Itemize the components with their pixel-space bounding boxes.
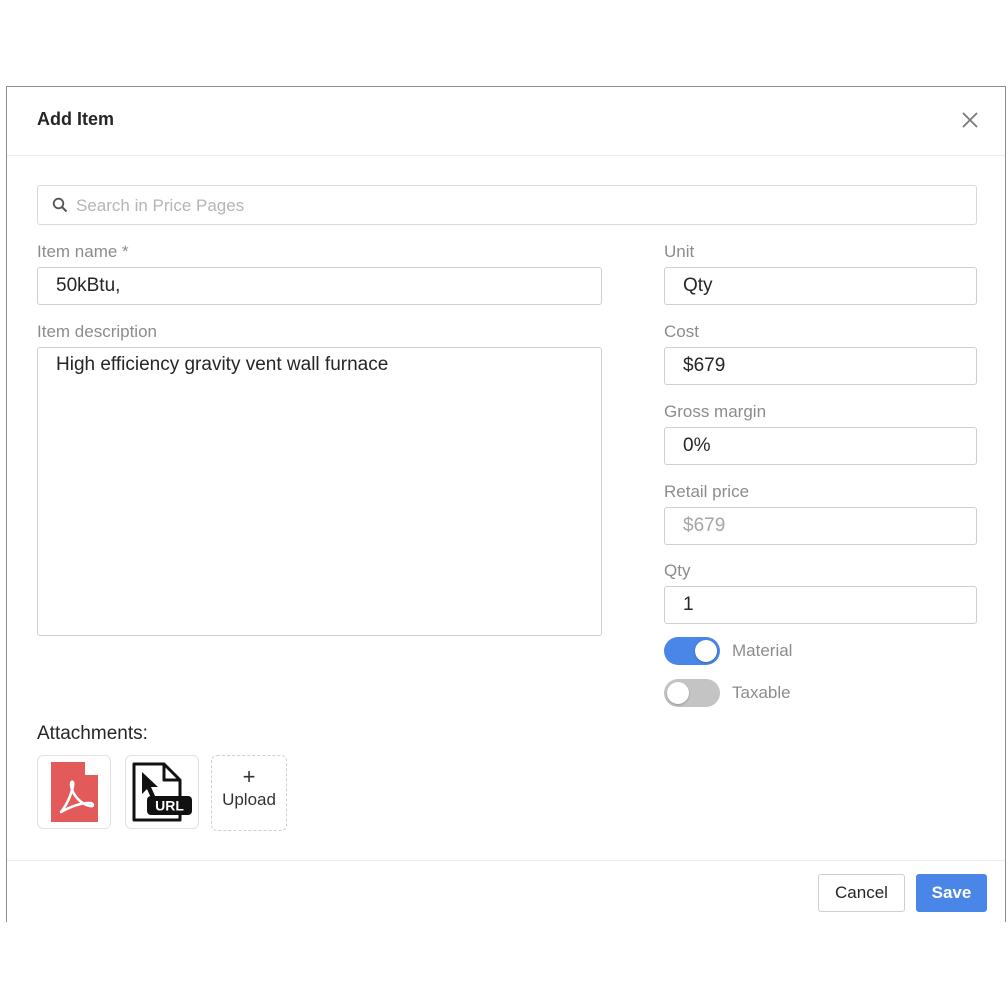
dialog-footer: Cancel Save bbox=[7, 860, 1005, 924]
item-name-label: Item name * bbox=[37, 242, 129, 261]
retail-price-input: $679 bbox=[664, 507, 977, 545]
gross-margin-input[interactable]: 0% bbox=[664, 427, 977, 465]
gross-margin-label: Gross margin bbox=[664, 402, 767, 421]
attachments-title: Attachments: bbox=[37, 723, 148, 744]
unit-label: Unit bbox=[664, 242, 695, 261]
taxable-toggle-label: Taxable bbox=[732, 683, 791, 702]
cost-label: Cost bbox=[664, 322, 699, 341]
material-toggle-label: Material bbox=[732, 641, 793, 660]
item-description-label: Item description bbox=[37, 322, 157, 341]
price-pages-search bbox=[37, 185, 977, 226]
attachment-pdf[interactable] bbox=[37, 755, 111, 829]
item-description-textarea[interactable]: High efficiency gravity vent wall furnac… bbox=[37, 347, 602, 636]
dialog-title: Add Item bbox=[37, 109, 115, 129]
toggle-knob bbox=[667, 682, 689, 704]
pdf-file-icon bbox=[51, 762, 98, 822]
plus-icon: + bbox=[242, 764, 256, 789]
material-toggle[interactable] bbox=[664, 637, 720, 665]
dialog-header: Add Item bbox=[7, 87, 1005, 156]
qty-input[interactable]: 1 bbox=[664, 586, 977, 624]
add-item-dialog: Add Item Item name * 50kBtu, Item descri… bbox=[6, 86, 1006, 922]
upload-label: Upload bbox=[222, 790, 276, 809]
close-button[interactable] bbox=[959, 109, 981, 131]
cost-input[interactable]: $679 bbox=[664, 347, 977, 385]
close-icon bbox=[962, 112, 978, 128]
retail-price-label: Retail price bbox=[664, 482, 750, 501]
url-badge: URL bbox=[155, 798, 184, 814]
search-input[interactable] bbox=[74, 186, 958, 226]
cancel-button[interactable]: Cancel bbox=[818, 874, 905, 912]
item-name-input[interactable]: 50kBtu, bbox=[37, 267, 602, 305]
upload-button[interactable]: + Upload bbox=[211, 755, 287, 831]
save-button[interactable]: Save bbox=[916, 874, 987, 912]
taxable-toggle[interactable] bbox=[664, 679, 720, 707]
unit-input[interactable]: Qty bbox=[664, 267, 977, 305]
search-icon bbox=[52, 197, 68, 213]
url-file-icon: URL bbox=[132, 762, 192, 822]
toggle-knob bbox=[695, 640, 717, 662]
qty-label: Qty bbox=[664, 561, 691, 580]
attachment-url[interactable]: URL bbox=[125, 755, 199, 829]
